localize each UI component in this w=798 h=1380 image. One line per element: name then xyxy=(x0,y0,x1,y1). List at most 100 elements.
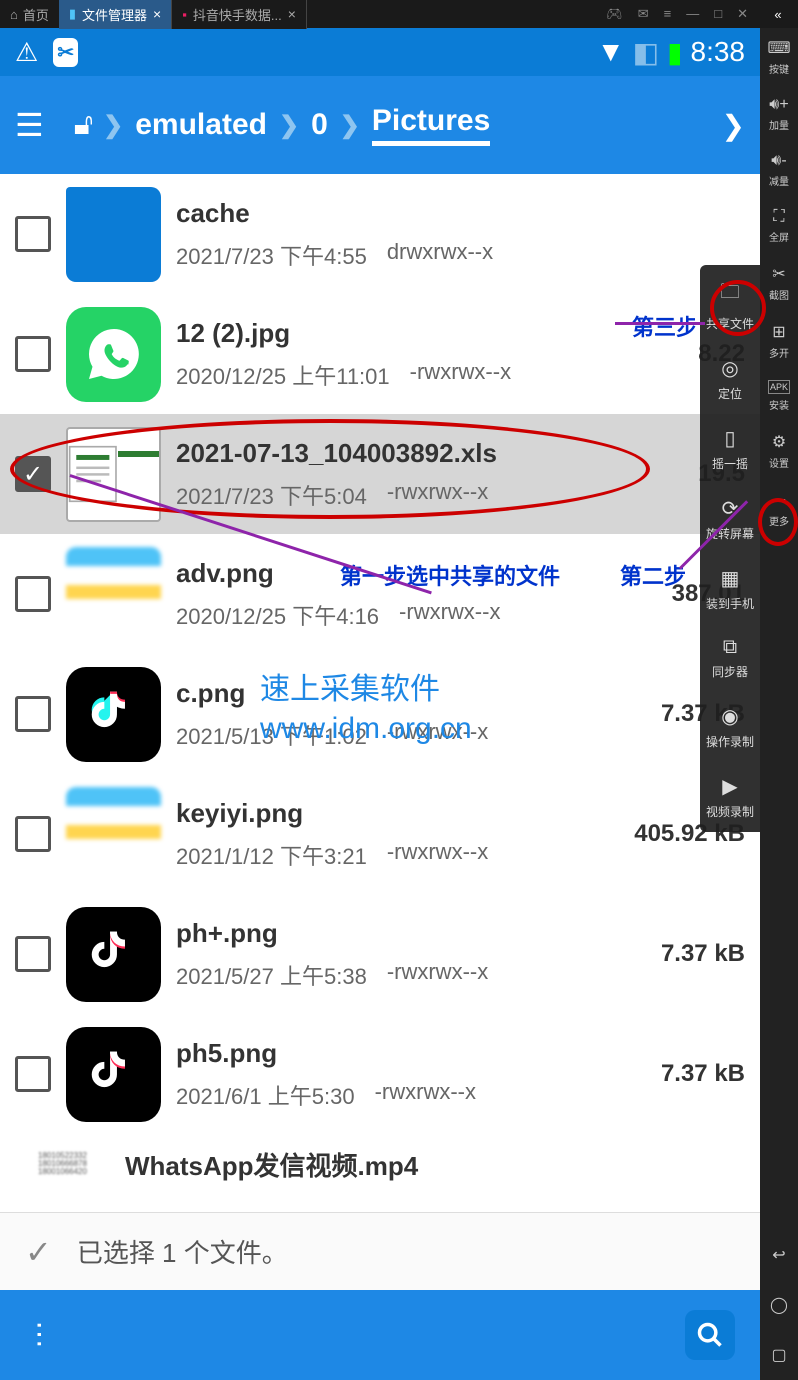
record-video-button[interactable]: ▶视频录制 xyxy=(700,762,760,832)
install-apk-button[interactable]: APK安装 xyxy=(760,370,798,422)
minimize-icon[interactable]: — xyxy=(686,6,699,22)
pin-icon: ◎ xyxy=(721,356,738,381)
volume-up-icon: 🔊︎+ xyxy=(769,96,788,114)
file-name: ph+.png xyxy=(176,918,610,949)
maximize-icon[interactable]: □ xyxy=(714,6,722,22)
checkbox-checked[interactable]: ✓ xyxy=(15,456,51,492)
checkbox[interactable] xyxy=(15,816,51,852)
app-area: ⚠ ✂︎ ▼ ◧ ▮ 8:38 ☰ 🔓︎ ❯ emulated ❯ 0 ❯ Pi… xyxy=(0,0,760,1380)
file-row[interactable]: 12 (2).jpg 2020/12/25 上午11:01-rwxrwx--x … xyxy=(0,294,760,414)
screenshot-button[interactable]: ✂︎截图 xyxy=(760,254,798,312)
checkbox[interactable] xyxy=(15,576,51,612)
checkbox[interactable] xyxy=(15,1056,51,1092)
home-button[interactable]: ⌂首页 xyxy=(0,5,59,24)
crumb-zero[interactable]: 0 xyxy=(311,108,328,142)
bottom-bar: ⋯ xyxy=(0,1290,760,1380)
gamepad-icon[interactable]: 🎮︎ xyxy=(606,6,623,22)
keymap-button[interactable]: ⌨︎按键 xyxy=(760,28,798,86)
file-perm: -rwxrwx--x xyxy=(375,1079,476,1111)
tab-file-manager[interactable]: ▮ 文件管理器 × xyxy=(59,0,172,29)
home-nav-button[interactable]: ◯ xyxy=(760,1280,798,1330)
expand-icon[interactable]: « xyxy=(758,7,798,22)
toolbar: ☰ 🔓︎ ❯ emulated ❯ 0 ❯ Pictures ❯ xyxy=(0,76,760,174)
gear-icon: ⚙︎ xyxy=(772,432,786,452)
selection-text: 已选择 1 个文件。 xyxy=(77,1233,288,1270)
file-row-selected[interactable]: ✓ 2021-07-13_104003892.xls 2021/7/23 下午5… xyxy=(0,414,760,534)
image-thumbnail: 180105223321801066687818001066420 xyxy=(15,1139,110,1189)
status-bar: ⚠ ✂︎ ▼ ◧ ▮ 8:38 xyxy=(0,28,760,76)
signal-icon: ◧ xyxy=(633,36,659,69)
scissors-icon: ✂︎ xyxy=(772,264,785,284)
file-date: 2021/5/27 上午5:38 xyxy=(176,959,367,991)
volume-up-button[interactable]: 🔊︎+ 加量 xyxy=(760,86,798,142)
home-label: 首页 xyxy=(23,5,49,24)
file-row[interactable]: c.png 2021/5/13 下午1:02-rwxrwx--x 7.37 kB xyxy=(0,654,760,774)
fullscreen-button[interactable]: ⛶全屏 xyxy=(760,198,798,254)
checkbox[interactable] xyxy=(15,696,51,732)
chevron-right-icon[interactable]: ❯ xyxy=(722,109,745,142)
folder-icon: ▮ xyxy=(69,6,76,22)
close-window-icon[interactable]: ✕ xyxy=(737,6,748,22)
mail-icon[interactable]: ✉︎ xyxy=(638,6,649,22)
file-row[interactable]: cache 2021/7/23 下午4:55drwxrwx--x xyxy=(0,174,760,294)
more-icon: ⋯ xyxy=(771,490,787,510)
menu-icon[interactable]: ≡ xyxy=(664,6,672,22)
more-button[interactable]: ⋯ 更多 xyxy=(760,480,798,538)
file-row[interactable]: adv.png 2020/12/25 下午4:16-rwxrwx--x 387.… xyxy=(0,534,760,654)
unlock-icon[interactable]: 🔓︎ xyxy=(74,108,93,142)
chevron-right-icon: ❯ xyxy=(340,111,360,140)
label: 多开 xyxy=(769,345,789,360)
search-button[interactable] xyxy=(685,1310,735,1360)
rotate-icon: ⟳ xyxy=(722,496,739,521)
multi-open-button[interactable]: ⊞多开 xyxy=(760,312,798,370)
label: 设置 xyxy=(769,455,789,470)
checkbox[interactable] xyxy=(15,936,51,972)
checkbox[interactable] xyxy=(15,216,51,252)
file-name: c.png xyxy=(176,678,610,709)
file-row[interactable]: ph5.png 2021/6/1 上午5:30-rwxrwx--x 7.37 k… xyxy=(0,1014,760,1134)
close-icon[interactable]: × xyxy=(288,6,296,22)
sync-button[interactable]: ⧉同步器 xyxy=(700,624,760,692)
selection-bar: ✓ 已选择 1 个文件。 xyxy=(0,1212,760,1290)
file-date: 2021/5/13 下午1:02 xyxy=(176,719,367,751)
file-date: 2021/6/1 上午5:30 xyxy=(176,1079,355,1111)
locate-button[interactable]: ◎定位 xyxy=(700,344,760,414)
recent-button[interactable]: ▢ xyxy=(760,1330,798,1380)
emulator-titlebar: ⌂首页 ▮ 文件管理器 × ▪ 抖音快手数据... × 🎮︎ ✉︎ ≡ — □ … xyxy=(0,0,798,28)
file-name: WhatsApp发信视频.mp4 xyxy=(125,1146,745,1183)
file-row[interactable]: 180105223321801066687818001066420 WhatsA… xyxy=(0,1134,760,1194)
file-perm: -rwxrwx--x xyxy=(387,479,488,511)
file-name: 12 (2).jpg xyxy=(176,318,610,349)
tab-douyin[interactable]: ▪ 抖音快手数据... × xyxy=(172,0,307,29)
menu-icon[interactable]: ☰ xyxy=(15,106,44,144)
video-icon: ▶ xyxy=(722,774,737,799)
file-row[interactable]: keyiyi.png 2021/1/12 下午3:21-rwxrwx--x 40… xyxy=(0,774,760,894)
checkbox[interactable] xyxy=(15,336,51,372)
volume-down-button[interactable]: 🔊︎-减量 xyxy=(760,142,798,198)
record-op-button[interactable]: ◉操作录制 xyxy=(700,692,760,762)
settings-button[interactable]: ⚙︎ 设置 xyxy=(760,422,798,480)
label: 共享文件 xyxy=(706,315,754,332)
battery-icon: ▮ xyxy=(667,36,682,69)
shake-button[interactable]: ▯摇一摇 xyxy=(700,414,760,484)
file-row[interactable]: ph+.png 2021/5/27 上午5:38 -rwxrwx--x 7.37 … xyxy=(0,894,760,1014)
install-phone-button[interactable]: ▦装到手机 xyxy=(700,554,760,624)
phone-icon: ▯ xyxy=(724,426,735,451)
rotate-button[interactable]: ⟳旋转屏幕 xyxy=(700,484,760,554)
file-perm: -rwxrwx--x xyxy=(387,959,488,991)
share-file-button[interactable]: 🗀共享文件 xyxy=(700,265,760,344)
file-perm: -rwxrwx--x xyxy=(387,719,488,751)
file-list[interactable]: cache 2021/7/23 下午4:55drwxrwx--x 12 (2).… xyxy=(0,174,760,1212)
crumb-pictures[interactable]: Pictures xyxy=(372,104,490,146)
check-icon[interactable]: ✓ xyxy=(25,1233,52,1271)
more-icon[interactable]: ⋯ xyxy=(24,1320,57,1350)
label: 更多 xyxy=(769,513,789,528)
close-icon[interactable]: × xyxy=(153,6,161,22)
tab-label: 文件管理器 xyxy=(82,5,147,24)
crumb-emulated[interactable]: emulated xyxy=(135,108,267,142)
file-name: keyiyi.png xyxy=(176,798,610,829)
label: 加量 xyxy=(769,117,789,132)
file-size: 7.37 kB xyxy=(625,940,745,968)
label: 全屏 xyxy=(769,229,789,244)
back-button[interactable]: ↩ xyxy=(760,1230,798,1280)
